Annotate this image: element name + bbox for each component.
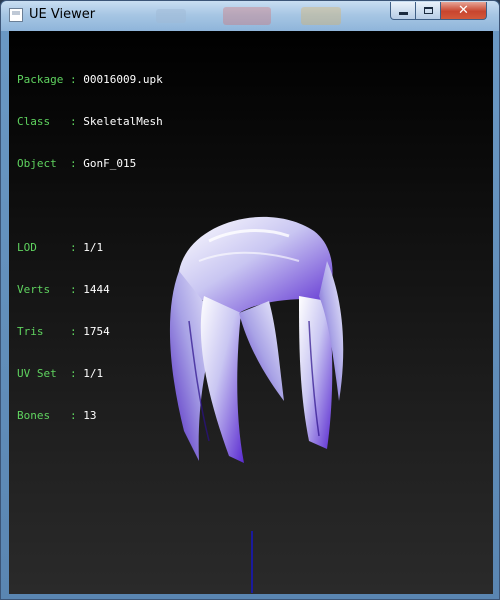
info-row: Bones : 13 — [17, 409, 97, 422]
title-bar[interactable]: UE Viewer ✕ — [1, 1, 499, 31]
info-row: Class : SkeletalMesh — [17, 115, 163, 128]
3d-viewport[interactable]: Package : 00016009.upk Class : SkeletalM… — [9, 31, 493, 594]
maximize-button[interactable] — [416, 2, 441, 20]
background-blur — [301, 7, 341, 25]
info-row: Package : 00016009.upk — [17, 73, 163, 86]
info-row: LOD : 1/1 — [17, 241, 104, 254]
maximize-icon — [423, 7, 433, 14]
info-row: Object : GonF_015 — [17, 157, 137, 170]
app-window: UE Viewer ✕ Package : 00016009.upk Class… — [0, 0, 500, 600]
close-icon: ✕ — [458, 3, 469, 18]
mesh-info-overlay: Package : 00016009.upk Class : SkeletalM… — [17, 45, 163, 451]
app-icon — [9, 8, 23, 22]
minimize-icon — [398, 12, 408, 15]
window-title: UE Viewer — [29, 7, 96, 22]
minimize-button[interactable] — [390, 2, 416, 20]
info-row: Verts : 1444 — [17, 283, 110, 296]
info-row: Tris : 1754 — [17, 325, 110, 338]
background-blur — [223, 7, 271, 25]
close-button[interactable]: ✕ — [441, 2, 487, 20]
hair-mesh-model[interactable] — [149, 201, 349, 471]
info-row: UV Set : 1/1 — [17, 367, 104, 380]
axis-indicator — [251, 531, 253, 593]
background-blur — [156, 9, 186, 23]
